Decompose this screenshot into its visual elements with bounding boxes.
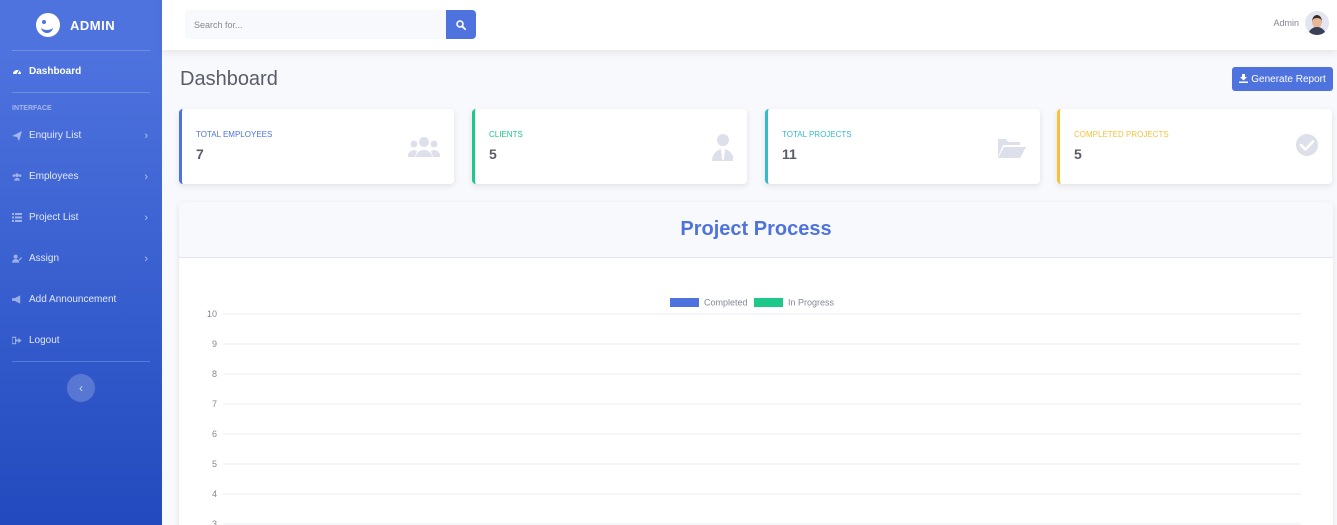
legend-label: In Progress (788, 298, 835, 308)
search-button[interactable] (446, 10, 476, 39)
paper-plane-icon (12, 130, 22, 141)
page-title: Dashboard (180, 68, 278, 90)
legend-label: Completed (704, 298, 748, 308)
y-tick-label: 9 (212, 339, 217, 349)
generate-report-label: Generate Report (1251, 73, 1326, 85)
sidebar-item-label: Employees (29, 171, 79, 182)
sidebar-item-project-list[interactable]: Project List › (0, 197, 162, 238)
card-label: TOTAL EMPLOYEES (196, 130, 273, 139)
list-icon (12, 213, 22, 223)
sidebar-item-assign[interactable]: Assign › (0, 238, 162, 279)
chevron-right-icon: › (144, 211, 148, 224)
y-tick-label: 10 (207, 309, 217, 319)
project-process-panel: Project Process Completed In Progress 10 9 8… (179, 202, 1333, 525)
card-label: COMPLETED PROJECTS (1074, 130, 1169, 139)
user-name: Admin (1273, 18, 1299, 28)
card-value: 5 (489, 146, 497, 162)
chevron-left-icon: ‹ (79, 381, 83, 395)
legend-swatch (754, 298, 783, 307)
sidebar-item-dashboard[interactable]: Dashboard (0, 51, 162, 92)
generate-report-button[interactable]: Generate Report (1232, 67, 1333, 91)
tachometer-icon (12, 67, 22, 77)
chevron-right-icon: › (144, 129, 148, 142)
sidebar-item-add-announcement[interactable]: Add Announcement (0, 279, 162, 320)
y-tick-label: 4 (212, 489, 217, 499)
panel-header: Project Process (179, 202, 1333, 258)
y-tick-label: 7 (212, 399, 217, 409)
topbar: Admin (162, 0, 1337, 50)
sidebar-item-label: Enquiry List (29, 130, 82, 141)
sidebar-item-employees[interactable]: Employees › (0, 156, 162, 197)
card-clients: CLIENTS 5 (472, 109, 747, 184)
project-process-chart: Completed In Progress 10 9 8 7 6 5 4 3 (207, 298, 1301, 525)
card-total-employees: TOTAL EMPLOYEES 7 (179, 109, 454, 184)
card-value: 5 (1074, 146, 1082, 162)
bullhorn-icon (12, 295, 22, 305)
card-value: 7 (196, 146, 204, 162)
sidebar-toggle-button[interactable]: ‹ (67, 374, 95, 402)
card-completed-projects: COMPLETED PROJECTS 5 (1057, 109, 1332, 184)
brand-text: ADMIN (70, 17, 116, 33)
sidebar-item-label: Project List (29, 212, 79, 223)
sidebar-item-enquiry-list[interactable]: Enquiry List › (0, 115, 162, 156)
search-icon (456, 19, 466, 30)
legend-swatch (670, 298, 699, 307)
chevron-right-icon: › (144, 252, 148, 265)
sidebar-heading: INTERFACE (12, 105, 52, 112)
download-icon (1239, 73, 1249, 85)
user-menu[interactable]: Admin (1273, 11, 1329, 35)
user-edit-icon (12, 254, 22, 264)
card-label: CLIENTS (489, 130, 523, 139)
chevron-right-icon: › (144, 170, 148, 183)
laugh-wink-icon (36, 13, 60, 37)
check-circle-icon (1286, 133, 1318, 161)
sidebar-item-label: Dashboard (29, 66, 82, 77)
panel-title: Project Process (680, 218, 832, 240)
search-input[interactable] (185, 10, 446, 39)
sidebar-item-label: Add Announcement (29, 294, 117, 305)
y-tick-label: 3 (212, 519, 217, 525)
search-form (185, 10, 476, 39)
y-tick-label: 8 (212, 369, 217, 379)
y-tick-label: 5 (212, 459, 217, 469)
users-icon (407, 133, 441, 161)
y-tick-label: 6 (212, 429, 217, 439)
user-tie-icon (701, 133, 734, 161)
folder-open-icon (994, 133, 1026, 161)
card-total-projects: TOTAL PROJECTS 11 (765, 109, 1040, 184)
sidebar-item-label: Logout (29, 335, 60, 346)
card-value: 11 (782, 146, 797, 162)
card-label: TOTAL PROJECTS (782, 130, 852, 139)
sidebar-item-logout[interactable]: Logout (0, 320, 162, 361)
sidebar-item-label: Assign (29, 253, 60, 264)
sidebar: ADMIN Dashboard INTERFACE Enquiry List ›… (0, 0, 162, 525)
sign-out-icon (12, 336, 22, 346)
sidebar-brand[interactable]: ADMIN (0, 0, 162, 50)
avatar (1305, 11, 1329, 35)
sidebar-divider (12, 361, 150, 362)
users-icon (12, 172, 22, 182)
